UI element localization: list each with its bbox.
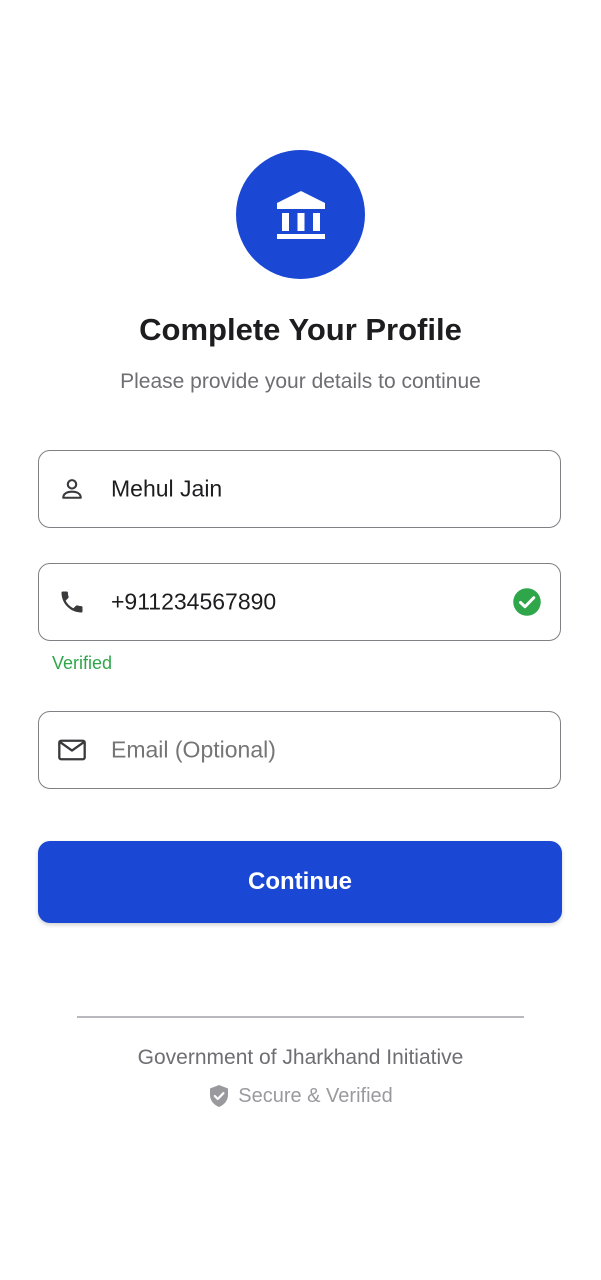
profile-page: Complete Your Profile Please provide you… [0, 0, 601, 1280]
person-icon [57, 474, 87, 504]
secure-text: Secure & Verified [238, 1084, 393, 1107]
continue-button[interactable]: Continue [38, 841, 562, 923]
email-input[interactable] [111, 736, 500, 764]
footer-initiative: Government of Jharkhand Initiative [137, 1046, 464, 1069]
check-circle-icon [513, 588, 541, 616]
bank-building-icon [276, 190, 325, 239]
name-input[interactable] [111, 475, 500, 503]
footer-divider [77, 1016, 524, 1018]
name-field[interactable] [38, 450, 561, 528]
page-title: Complete Your Profile [139, 312, 462, 347]
mail-icon [57, 735, 87, 765]
phone-input[interactable] [111, 588, 500, 616]
phone-field[interactable] [38, 563, 561, 641]
phone-verified-label: Verified [52, 653, 113, 673]
page-subtitle: Please provide your details to continue [120, 370, 481, 393]
phone-icon [57, 587, 87, 617]
logo-badge [236, 150, 365, 279]
email-field[interactable] [38, 711, 561, 789]
shield-check-icon [208, 1084, 230, 1108]
secure-badge: Secure & Verified [0, 1084, 601, 1108]
